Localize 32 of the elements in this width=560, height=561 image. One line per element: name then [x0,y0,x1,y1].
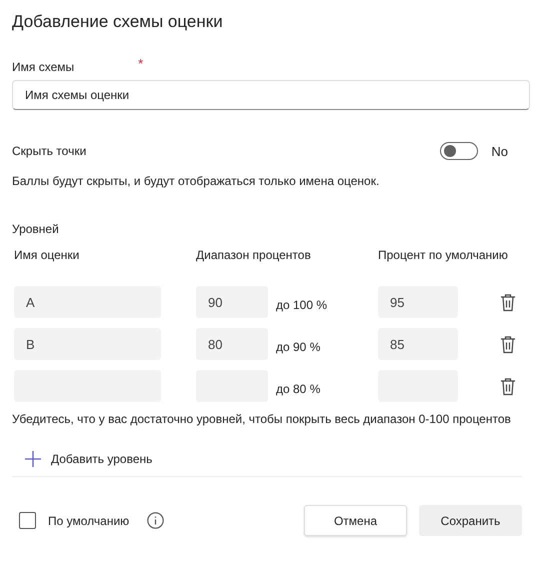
grade-name-field[interactable]: A [14,286,161,318]
save-button[interactable]: Сохранить [419,505,522,536]
checkbox-label: По умолчанию [48,514,130,528]
hint-text: Убедитесь, что у вас достаточно уровней, чтобы покрыть весь диапазон 0-100 процентов [12,412,512,426]
delete-icon[interactable] [500,376,516,396]
column-header: Диапазон процентов [196,248,312,262]
toggle-switch[interactable] [440,142,478,160]
range-to-text: до 100 % [276,298,328,312]
add-level-button[interactable]: Добавить уровень [25,450,152,468]
column-header: Имя оценки [13,248,80,262]
range-to-text: до 90 % [276,340,320,354]
column-header: Процент по умолчанию [378,248,509,262]
cancel-button[interactable]: Отмена [304,505,407,536]
default-percent-field[interactable]: 85 [378,328,458,360]
scheme-name-field[interactable]: Имя схемы оценки [12,80,530,110]
toggle-label: Скрыть точки [12,144,86,158]
section-title: Уровней [12,222,60,236]
range-to-text: до 80 % [276,382,320,396]
default-percent-field[interactable]: 95 [378,286,458,318]
dialog-title: Добавление схемы оценки [12,12,224,32]
checkbox[interactable] [19,512,36,529]
plus-icon [25,451,41,467]
toggle-state: No [491,144,508,158]
range-from-field[interactable]: 80 [196,328,268,360]
delete-icon[interactable] [500,334,516,354]
required-mark: * [138,56,144,73]
grade-name-field[interactable]: B [14,328,161,360]
range-from-field[interactable]: 90 [196,286,268,318]
field-label: Имя схемы [12,60,74,74]
hint-text: Баллы будут скрыты, и будут отображаться только имена оценок. [12,174,380,188]
info-icon[interactable] [147,512,164,529]
delete-icon[interactable] [500,292,516,312]
